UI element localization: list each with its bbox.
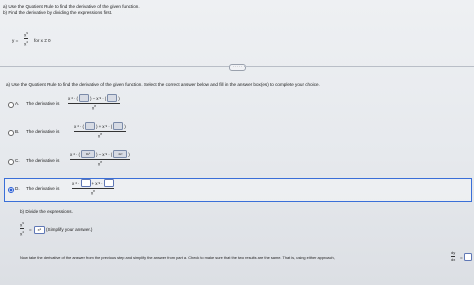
option-b-den-exp: 8 [100, 132, 102, 136]
instruction-a: a) Use the Quotient Rule to find the der… [3, 4, 140, 9]
option-c-num-pre: x [70, 151, 73, 157]
option-b-letter: B. [15, 129, 20, 134]
option-b-box-2[interactable] [113, 122, 124, 130]
option-a-num-pre: x [68, 95, 71, 101]
option-d-text: The derivative is [26, 186, 60, 191]
final-equals: = [460, 255, 463, 260]
function-condition: for x ≠ 0 [34, 38, 51, 43]
part-b-equals: = [29, 227, 32, 232]
option-c-box-2[interactable]: 4x³ [113, 150, 128, 158]
option-c-letter: C. [15, 158, 20, 163]
option-d-radio[interactable] [8, 187, 14, 193]
dx-label: dx [451, 257, 456, 262]
dy-dx-fraction: dy dx [451, 250, 456, 262]
option-a-radio[interactable] [8, 102, 14, 108]
function-fraction: x9 x4 [24, 31, 28, 46]
part-b-frac-num-exp: 9 [22, 221, 24, 225]
question-page: a) Use the Quotient Rule to find the der… [0, 0, 474, 285]
option-d-box-2[interactable] [103, 179, 114, 187]
option-d-num-pre: x [72, 180, 75, 186]
option-d-box-1[interactable] [80, 179, 91, 187]
section-divider-left [0, 66, 229, 67]
part-b-label: b) Divide the expressions. [20, 209, 73, 214]
option-c-text: The derivative is [26, 158, 60, 163]
part-a-prompt: a) Use the Quotient Rule to find the der… [6, 82, 320, 87]
part-b-frac-den-exp: 4 [22, 229, 24, 234]
function-denominator-exp: 4 [26, 39, 28, 44]
option-c-den-exp: 8 [100, 160, 102, 164]
option-b-box-1[interactable] [85, 122, 96, 130]
option-a-text: The derivative is [26, 101, 60, 106]
option-d-den-exp: 8 [93, 189, 95, 193]
option-c-radio[interactable] [8, 159, 14, 165]
option-d-letter: D. [15, 186, 20, 191]
option-b-num-pre: x [74, 123, 77, 129]
option-b-radio[interactable] [8, 130, 14, 136]
option-a-box-2[interactable] [107, 94, 118, 102]
option-a-den-exp: 8 [94, 104, 96, 108]
part-b-answer-field[interactable]: x⁵ [34, 226, 45, 234]
dy-label: dy [451, 250, 456, 255]
function-numerator-exp: 9 [26, 31, 28, 35]
option-d-num-exp: 4 [75, 181, 77, 185]
instruction-b: b) Find the derivative by dividing the e… [3, 10, 113, 15]
final-answer-field[interactable] [464, 253, 472, 261]
option-a-num-exp: 4 [71, 96, 73, 100]
option-d-fraction: x4 · + x 9 · x8 [72, 179, 114, 196]
section-divider-right [244, 66, 474, 67]
final-instruction: Now take the derivative of the answer fr… [20, 255, 335, 260]
option-a-box-1[interactable] [79, 94, 90, 102]
function-y-label: y = [12, 38, 19, 43]
option-c-box-1[interactable]: 9x⁸ [81, 150, 96, 158]
part-b-hint: (Simplify your answer.) [46, 227, 93, 232]
option-a-fraction: x4 ·() − x 9 ·() x8 [68, 94, 120, 111]
part-b-fraction: x9 x4 [20, 221, 24, 236]
option-c-fraction: x4 ·(9x⁸) − x 9 ·(4x³) x8 [70, 150, 130, 167]
option-b-fraction: x4 ·() + x 9 ·() x8 [74, 122, 126, 139]
option-a-letter: A. [15, 101, 20, 106]
option-b-text: The derivative is [26, 129, 60, 134]
option-c-num-exp: 4 [73, 152, 75, 156]
option-b-num-exp: 4 [77, 124, 79, 128]
